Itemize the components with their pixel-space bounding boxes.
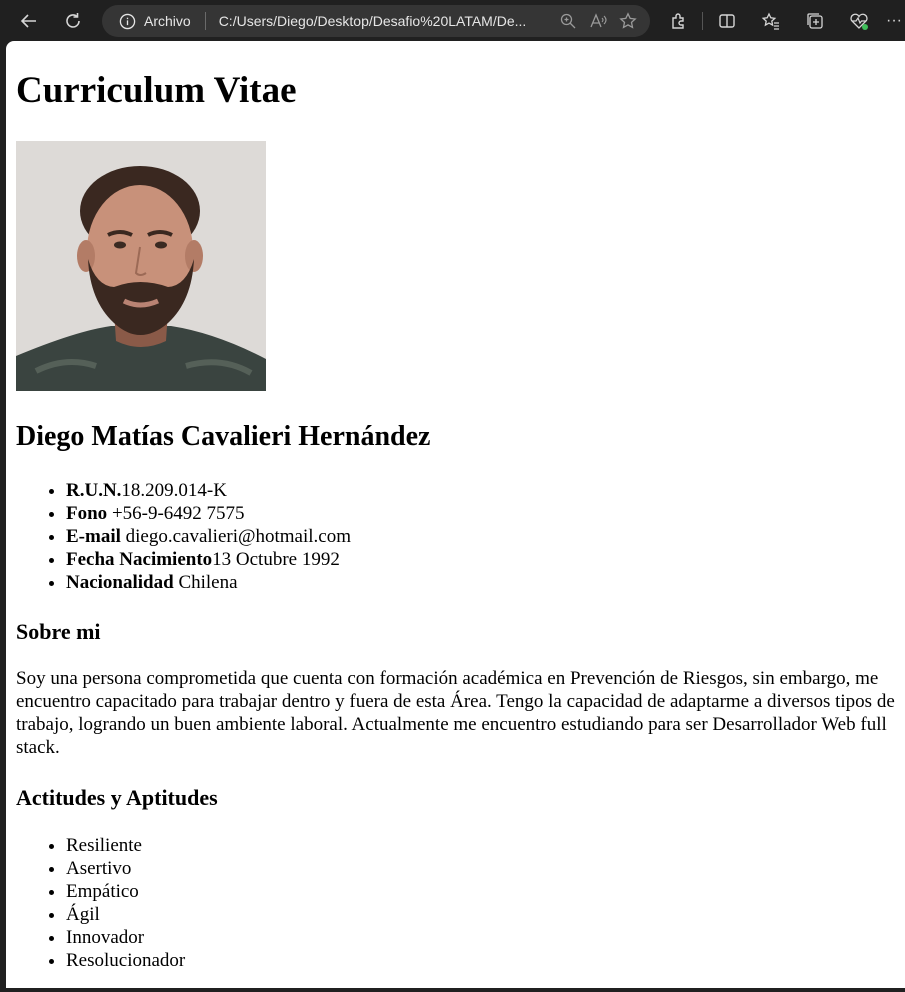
- list-item: Innovador: [66, 926, 185, 949]
- phone-value: +56-9-6492 7575: [107, 503, 245, 524]
- birthdate-label: Fecha Nacimiento: [66, 549, 213, 570]
- email-label: E-mail: [66, 526, 121, 547]
- run-value: 18.209.014-K: [121, 480, 227, 501]
- person-name: Diego Matías Cavalieri Hernández: [16, 421, 431, 452]
- list-item: Asertivo: [66, 857, 185, 880]
- extensions-icon[interactable]: [664, 6, 694, 36]
- aptitudes-heading: Actitudes y Aptitudes: [16, 785, 218, 810]
- url-text[interactable]: C:/Users/Diego/Desktop/Desafio%20LATAM/D…: [219, 13, 525, 29]
- favorites-icon[interactable]: [756, 6, 786, 36]
- page-title: Curriculum Vitae: [16, 70, 297, 111]
- list-item: Resolucionador: [66, 949, 185, 972]
- aptitudes-list: Resiliente Asertivo Empático Ágil Innova…: [16, 834, 185, 972]
- split-screen-icon[interactable]: [712, 6, 742, 36]
- run-label: R.U.N.: [66, 480, 122, 501]
- profile-photo: [16, 141, 266, 391]
- nationality-value: Chilena: [173, 572, 238, 593]
- about-heading: Sobre mi: [16, 619, 101, 644]
- info-icon[interactable]: [118, 12, 136, 30]
- address-bar[interactable]: Archivo C:/Users/Diego/Desktop/Desafio%2…: [102, 5, 650, 37]
- collections-icon[interactable]: [800, 6, 830, 36]
- list-item: Nacionalidad Chilena: [66, 571, 351, 594]
- nationality-label: Nacionalidad: [66, 572, 174, 593]
- page-viewport: Curriculum Vitae Diego Matías Cavalieri …: [6, 41, 905, 988]
- about-paragraph: Soy una persona comprometida que cuenta …: [16, 668, 895, 758]
- back-arrow-icon[interactable]: [14, 6, 44, 36]
- browser-essentials-icon[interactable]: [844, 6, 874, 36]
- birthdate-value: 13 Octubre 1992: [212, 549, 340, 570]
- refresh-icon[interactable]: [58, 6, 88, 36]
- list-item: Empático: [66, 880, 185, 903]
- list-item: Resiliente: [66, 834, 185, 857]
- browser-toolbar: Archivo C:/Users/Diego/Desktop/Desafio%2…: [0, 0, 905, 42]
- read-aloud-icon[interactable]: [588, 11, 608, 31]
- address-divider: [204, 12, 206, 30]
- more-menu-icon[interactable]: ···: [886, 6, 905, 36]
- list-item: Ágil: [66, 903, 185, 926]
- list-item: E-mail diego.cavalieri@hotmail.com: [66, 525, 351, 548]
- phone-label: Fono: [66, 503, 108, 524]
- list-item: R.U.N.18.209.014-K: [66, 479, 351, 502]
- zoom-icon[interactable]: [558, 11, 578, 31]
- personal-info-list: R.U.N.18.209.014-K Fono +56-9-6492 7575 …: [16, 479, 351, 594]
- list-item: Fono +56-9-6492 7575: [66, 502, 351, 525]
- site-info-label[interactable]: Archivo: [144, 13, 191, 29]
- toolbar-divider: [702, 12, 703, 30]
- favorite-star-icon[interactable]: [618, 11, 638, 31]
- list-item: Fecha Nacimiento13 Octubre 1992: [66, 548, 351, 571]
- email-value: diego.cavalieri@hotmail.com: [120, 526, 352, 547]
- address-bar-icons: [558, 11, 638, 31]
